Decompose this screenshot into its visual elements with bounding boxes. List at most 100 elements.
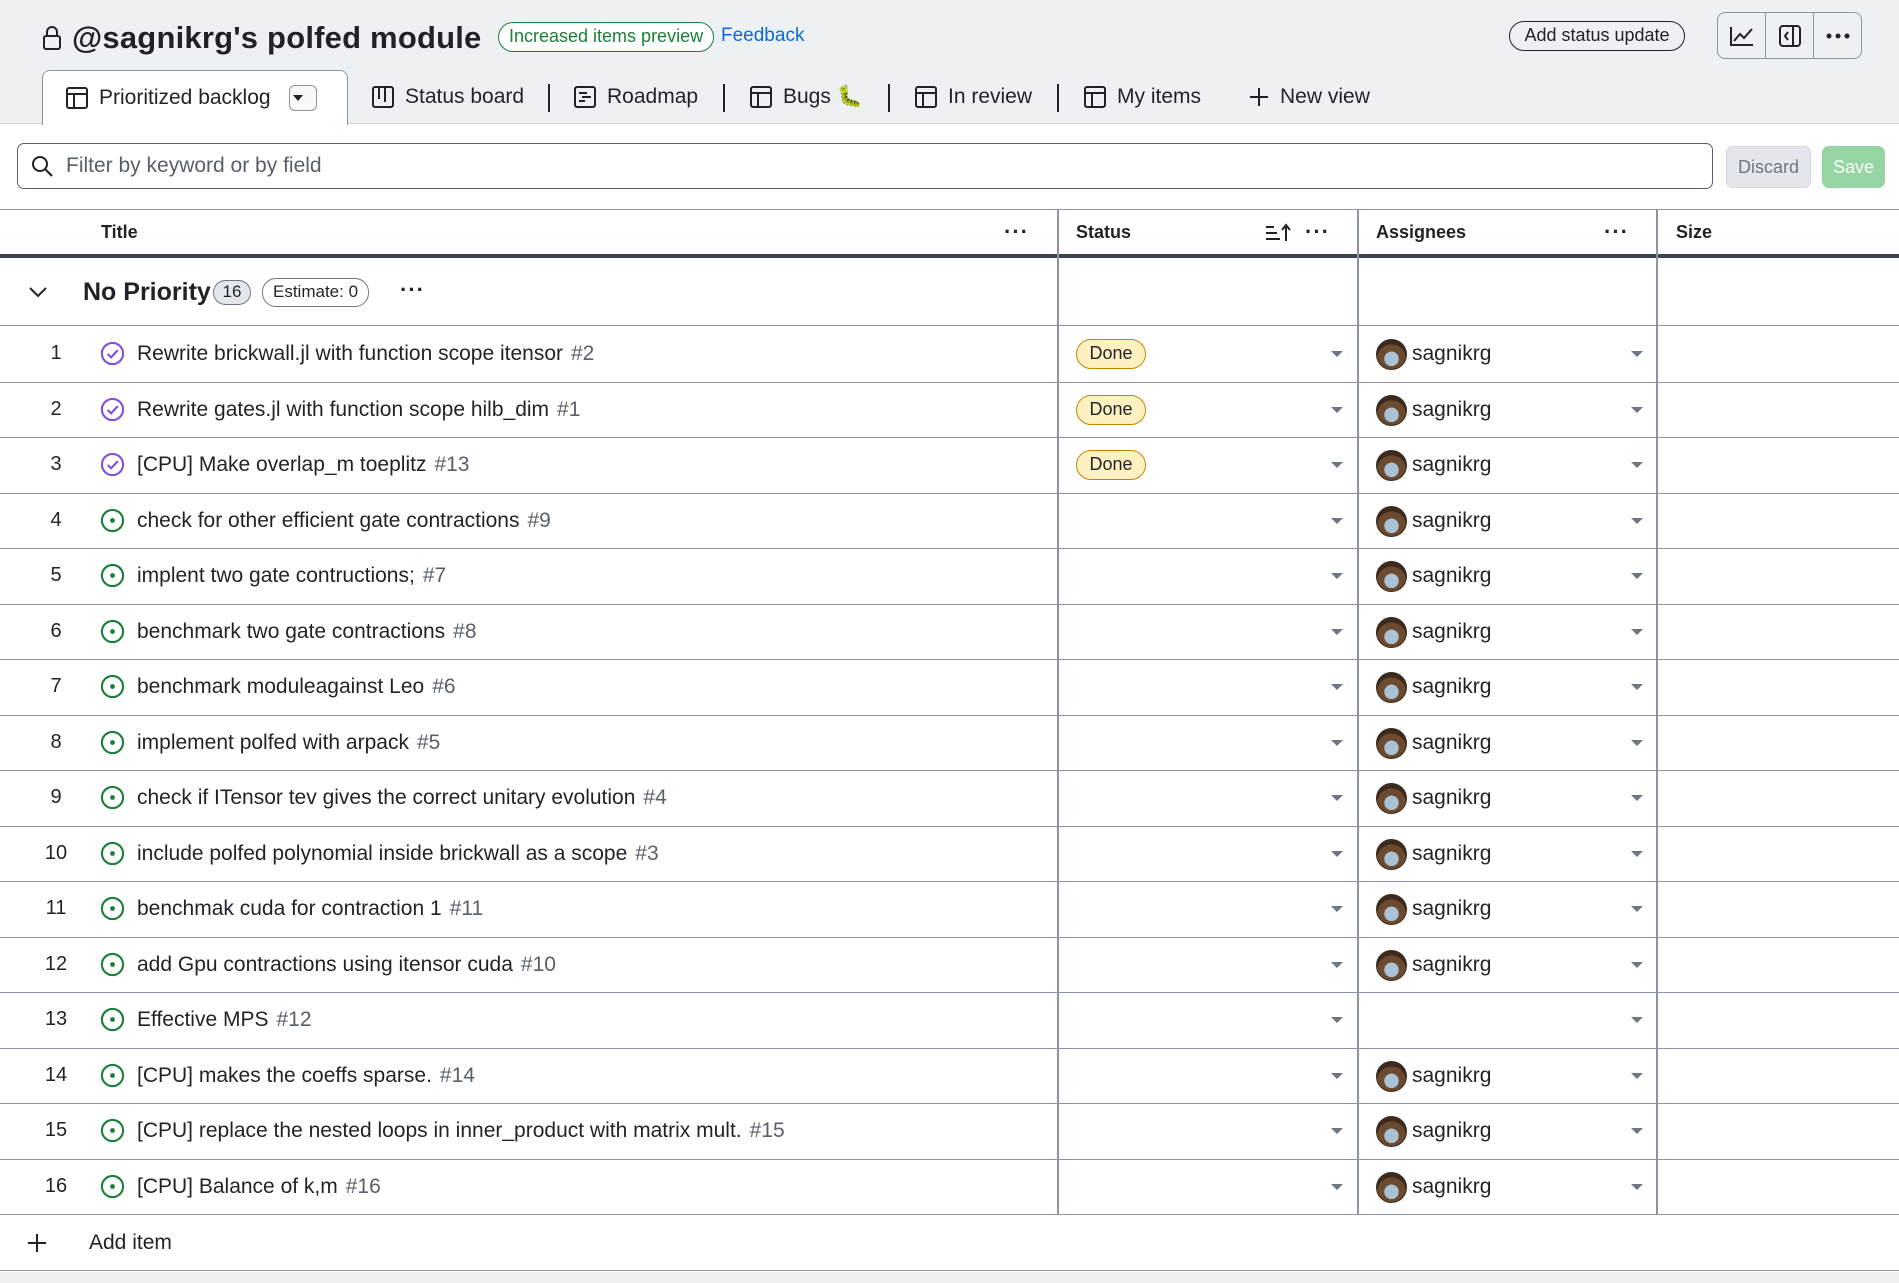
- item-title-text[interactable]: check for other efficient gate contracti…: [137, 509, 520, 532]
- item-title[interactable]: check if ITensor tev gives the correct u…: [137, 786, 667, 810]
- insights-button[interactable]: [1718, 13, 1766, 58]
- item-title[interactable]: Rewrite brickwall.jl with function scope…: [137, 342, 594, 366]
- status-dropdown-caret[interactable]: [1331, 573, 1343, 579]
- table-row[interactable]: 1 Rewrite brickwall.jl with function scop…: [0, 327, 1899, 383]
- status-dropdown-caret[interactable]: [1331, 517, 1343, 524]
- item-title-text[interactable]: Rewrite gates.jl with function scope hil…: [137, 398, 549, 421]
- item-title-text[interactable]: check if ITensor tev gives the correct u…: [137, 786, 635, 809]
- table-row[interactable]: 8 implement polfed with arpack #5 sagnikrg: [0, 715, 1899, 771]
- tab-in-review[interactable]: In review: [914, 70, 1032, 124]
- status-dropdown-caret[interactable]: [1331, 628, 1343, 635]
- table-row[interactable]: 12 add Gpu contractions using itensor cud…: [0, 937, 1899, 993]
- table-row[interactable]: 15 [CPU] replace the nested loops in inne…: [0, 1104, 1899, 1160]
- discard-button[interactable]: Discard: [1726, 146, 1811, 188]
- table-row[interactable]: 9 check if ITensor tev gives the correct …: [0, 771, 1899, 827]
- tab-new-view[interactable]: New view: [1248, 70, 1370, 124]
- feedback-link[interactable]: Feedback: [721, 25, 804, 47]
- item-title[interactable]: check for other efficient gate contracti…: [137, 509, 551, 533]
- column-header-size[interactable]: Size: [1676, 210, 1712, 255]
- item-title[interactable]: [CPU] replace the nested loops in inner_…: [137, 1119, 785, 1143]
- assignee-dropdown-caret[interactable]: [1631, 517, 1643, 524]
- chevron-down-icon[interactable]: [28, 286, 48, 298]
- assignee-dropdown-caret[interactable]: [1631, 906, 1643, 912]
- add-item-row[interactable]: Add item: [0, 1215, 1899, 1271]
- table-row[interactable]: 14 [CPU] makes the coeffs sparse. #14 sagni…: [0, 1048, 1899, 1104]
- item-title[interactable]: benchmark moduleagainst Leo #6: [137, 675, 456, 699]
- assignee-dropdown-caret[interactable]: [1631, 351, 1643, 357]
- item-title-text[interactable]: benchmak cuda for contraction 1: [137, 897, 442, 920]
- status-dropdown-caret[interactable]: [1331, 850, 1343, 857]
- item-title-text[interactable]: Effective MPS: [137, 1008, 269, 1031]
- item-title-text[interactable]: [CPU] replace the nested loops in inner_…: [137, 1119, 742, 1142]
- add-status-update-button[interactable]: Add status update: [1509, 21, 1685, 51]
- view-options-dropdown[interactable]: [288, 85, 317, 111]
- side-panel-button[interactable]: [1766, 13, 1814, 58]
- tab-my-items[interactable]: My items: [1083, 70, 1201, 124]
- item-title-text[interactable]: [CPU] Balance of k,m: [137, 1175, 338, 1198]
- table-row[interactable]: 16 [CPU] Balance of k,m #16 sagnikrg: [0, 1159, 1899, 1215]
- item-title-text[interactable]: implent two gate contructions;: [137, 564, 415, 587]
- tab-prioritized-backlog[interactable]: Prioritized backlog: [42, 70, 348, 125]
- column-menu-assignees[interactable]: ···: [1604, 221, 1629, 243]
- item-title[interactable]: implement polfed with arpack #5: [137, 731, 440, 755]
- tab-status-board[interactable]: Status board: [371, 70, 524, 124]
- item-title-text[interactable]: implement polfed with arpack: [137, 731, 409, 754]
- item-title[interactable]: [CPU] Balance of k,m #16: [137, 1175, 381, 1199]
- status-dropdown-caret[interactable]: [1331, 906, 1343, 912]
- tab-roadmap[interactable]: Roadmap: [573, 70, 698, 124]
- item-title-text[interactable]: add Gpu contractions using itensor cuda: [137, 953, 513, 976]
- item-title[interactable]: [CPU] Make overlap_m toeplitz #13: [137, 453, 470, 477]
- column-header-title[interactable]: Title: [101, 210, 138, 255]
- assignee-dropdown-caret[interactable]: [1631, 406, 1643, 413]
- assignee-dropdown-caret[interactable]: [1631, 795, 1643, 801]
- item-title[interactable]: add Gpu contractions using itensor cuda #…: [137, 953, 556, 977]
- table-row[interactable]: 2 Rewrite gates.jl with function scope hi…: [0, 382, 1899, 438]
- item-title-text[interactable]: Rewrite brickwall.jl with function scope…: [137, 342, 563, 365]
- item-title[interactable]: Effective MPS #12: [137, 1008, 312, 1032]
- table-row[interactable]: 6 benchmark two gate contractions #8 sagnik…: [0, 604, 1899, 660]
- table-row[interactable]: 10 include polfed polynomial inside brick…: [0, 826, 1899, 882]
- item-title-text[interactable]: [CPU] Make overlap_m toeplitz: [137, 453, 426, 476]
- item-title[interactable]: implent two gate contructions; #7: [137, 564, 446, 588]
- assignee-dropdown-caret[interactable]: [1631, 1128, 1643, 1134]
- status-dropdown-caret[interactable]: [1331, 406, 1343, 413]
- filter-input[interactable]: [66, 154, 1666, 178]
- status-dropdown-caret[interactable]: [1331, 739, 1343, 746]
- assignee-dropdown-caret[interactable]: [1631, 1183, 1643, 1190]
- assignee-dropdown-caret[interactable]: [1631, 961, 1643, 968]
- status-dropdown-caret[interactable]: [1331, 462, 1343, 468]
- item-title[interactable]: [CPU] makes the coeffs sparse. #14: [137, 1064, 475, 1088]
- status-dropdown-caret[interactable]: [1331, 1183, 1343, 1190]
- table-row[interactable]: 5 implent two gate contructions; #7 sagnikr…: [0, 549, 1899, 605]
- item-title-text[interactable]: include polfed polynomial inside brickwa…: [137, 842, 627, 865]
- status-dropdown-caret[interactable]: [1331, 795, 1343, 801]
- status-dropdown-caret[interactable]: [1331, 1072, 1343, 1079]
- column-header-status[interactable]: Status: [1076, 210, 1131, 255]
- table-row[interactable]: 3 [CPU] Make overlap_m toeplitz #13 Done sag…: [0, 438, 1899, 494]
- item-title[interactable]: benchmark two gate contractions #8: [137, 620, 477, 644]
- item-title-text[interactable]: [CPU] makes the coeffs sparse.: [137, 1064, 432, 1087]
- table-row[interactable]: 13 Effective MPS #12: [0, 993, 1899, 1049]
- status-dropdown-caret[interactable]: [1331, 961, 1343, 968]
- group-menu-button[interactable]: ···: [400, 279, 425, 301]
- assignee-dropdown-caret[interactable]: [1631, 573, 1643, 579]
- status-dropdown-caret[interactable]: [1331, 351, 1343, 357]
- column-menu-status[interactable]: ···: [1305, 221, 1330, 243]
- table-row[interactable]: 11 benchmak cuda for contraction 1 #11 sagn…: [0, 882, 1899, 938]
- assignee-dropdown-caret[interactable]: [1631, 462, 1643, 468]
- table-row[interactable]: 7 benchmark moduleagainst Leo #6 sagnikrg: [0, 660, 1899, 716]
- assignee-dropdown-caret[interactable]: [1631, 739, 1643, 746]
- column-header-assignees[interactable]: Assignees: [1376, 210, 1466, 255]
- assignee-dropdown-caret[interactable]: [1631, 850, 1643, 857]
- table-row[interactable]: 4 check for other efficient gate contract…: [0, 493, 1899, 549]
- tab-bugs[interactable]: Bugs 🐛: [749, 70, 863, 124]
- assignee-dropdown-caret[interactable]: [1631, 1017, 1643, 1023]
- assignee-dropdown-caret[interactable]: [1631, 684, 1643, 690]
- item-title[interactable]: benchmak cuda for contraction 1 #11: [137, 897, 483, 921]
- item-title-text[interactable]: benchmark moduleagainst Leo: [137, 675, 424, 698]
- status-dropdown-caret[interactable]: [1331, 1017, 1343, 1023]
- item-title[interactable]: Rewrite gates.jl with function scope hil…: [137, 398, 580, 422]
- status-dropdown-caret[interactable]: [1331, 684, 1343, 690]
- column-menu-title[interactable]: ···: [1004, 221, 1029, 243]
- more-options-button[interactable]: [1814, 13, 1861, 58]
